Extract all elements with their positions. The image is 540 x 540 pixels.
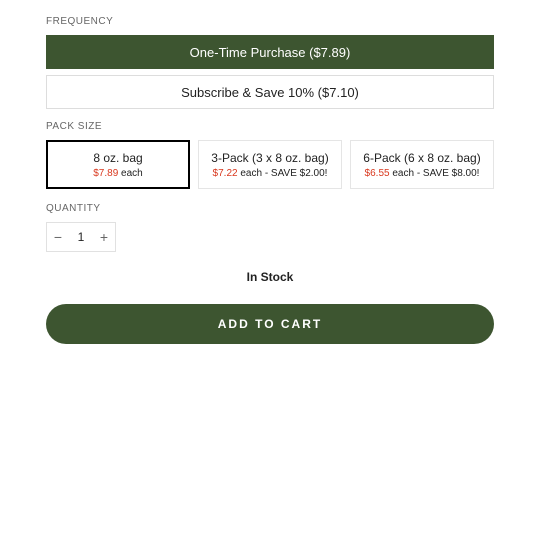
quantity-increase-button[interactable]: + bbox=[93, 223, 115, 251]
frequency-option-subscribe[interactable]: Subscribe & Save 10% ($7.10) bbox=[46, 75, 494, 109]
pack-subtext: $7.22 each - SAVE $2.00! bbox=[205, 168, 335, 179]
quantity-value: 1 bbox=[69, 230, 93, 244]
pack-price: $7.22 bbox=[213, 168, 238, 179]
pack-title: 6-Pack (6 x 8 oz. bag) bbox=[357, 151, 487, 165]
quantity-stepper: − 1 + bbox=[46, 222, 116, 252]
pack-subtext: $7.89 each bbox=[53, 168, 183, 179]
pack-extra: each bbox=[118, 168, 142, 179]
quantity-label: QUANTITY bbox=[46, 203, 494, 214]
pack-extra: each - SAVE $2.00! bbox=[238, 168, 328, 179]
stock-status: In Stock bbox=[46, 270, 494, 284]
pack-size-row: 8 oz. bag $7.89 each 3-Pack (3 x 8 oz. b… bbox=[46, 140, 494, 189]
frequency-section: FREQUENCY One-Time Purchase ($7.89) Subs… bbox=[46, 16, 494, 109]
pack-price: $6.55 bbox=[365, 168, 390, 179]
pack-size-section: PACK SIZE 8 oz. bag $7.89 each 3-Pack (3… bbox=[46, 121, 494, 189]
pack-option-single[interactable]: 8 oz. bag $7.89 each bbox=[46, 140, 190, 189]
pack-title: 3-Pack (3 x 8 oz. bag) bbox=[205, 151, 335, 165]
pack-title: 8 oz. bag bbox=[53, 151, 183, 165]
quantity-section: QUANTITY − 1 + bbox=[46, 203, 494, 252]
frequency-option-text: One-Time Purchase ($7.89) bbox=[190, 45, 351, 60]
frequency-option-text: Subscribe & Save 10% ($7.10) bbox=[181, 85, 359, 100]
pack-price: $7.89 bbox=[93, 168, 118, 179]
quantity-decrease-button[interactable]: − bbox=[47, 223, 69, 251]
pack-extra: each - SAVE $8.00! bbox=[390, 168, 480, 179]
pack-subtext: $6.55 each - SAVE $8.00! bbox=[357, 168, 487, 179]
frequency-option-onetime[interactable]: One-Time Purchase ($7.89) bbox=[46, 35, 494, 69]
pack-option-6pack[interactable]: 6-Pack (6 x 8 oz. bag) $6.55 each - SAVE… bbox=[350, 140, 494, 189]
frequency-label: FREQUENCY bbox=[46, 16, 494, 27]
pack-size-label: PACK SIZE bbox=[46, 121, 494, 132]
pack-option-3pack[interactable]: 3-Pack (3 x 8 oz. bag) $7.22 each - SAVE… bbox=[198, 140, 342, 189]
add-to-cart-button[interactable]: ADD TO CART bbox=[46, 304, 494, 344]
